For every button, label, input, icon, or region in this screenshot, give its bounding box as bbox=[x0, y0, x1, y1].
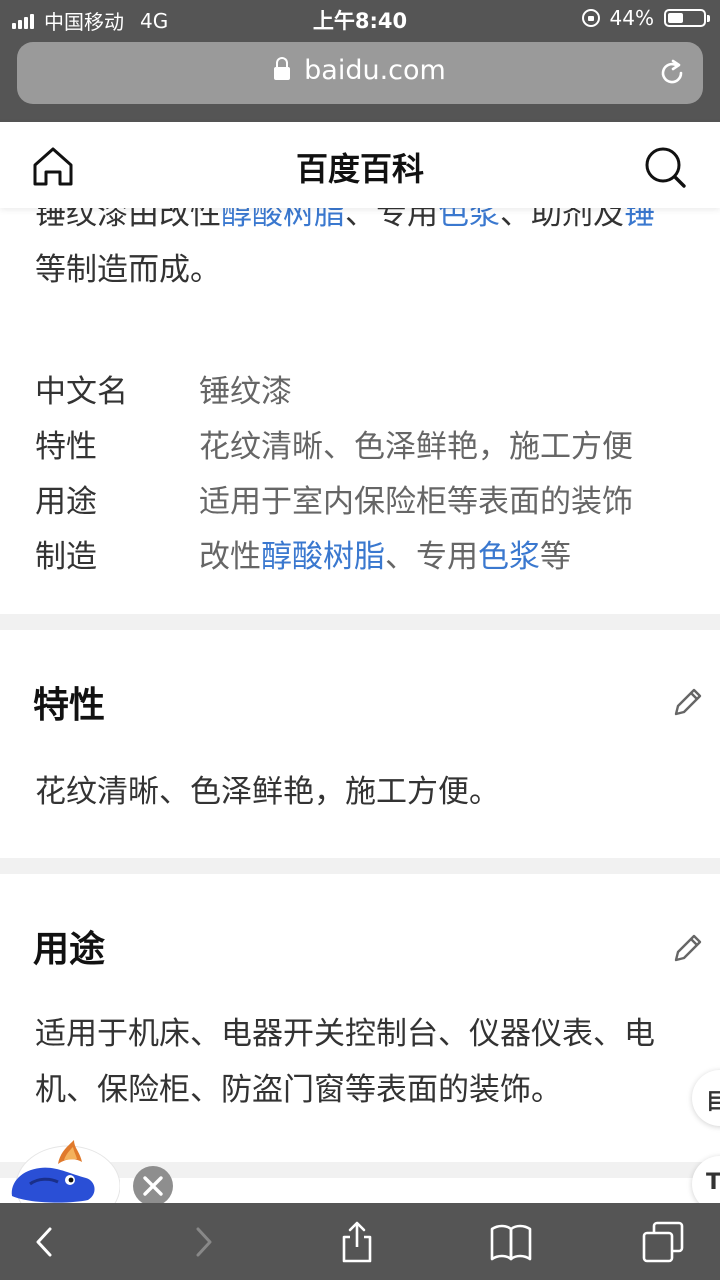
info-table: 中文名 锤纹漆特性 花纹清晰、色泽鲜艳，施工方便用途 适用于室内保险柜等表面的装饰制造… bbox=[35, 365, 633, 585]
info-value: 花纹清晰、色泽鲜艳，施工方便 bbox=[199, 420, 633, 475]
intro-paragraph: 锤纹漆由改性醇酸树脂、专用色浆、助剂及锤 等制造而成。 bbox=[35, 208, 720, 298]
info-value: 锤纹漆 bbox=[199, 365, 292, 420]
catalog-float-button[interactable]: 目 bbox=[692, 1070, 720, 1126]
tabs-icon[interactable] bbox=[640, 1219, 686, 1265]
bookmarks-icon[interactable] bbox=[488, 1219, 534, 1265]
section-text-usage: 适用于机床、电器开关控制台、仪器仪表、电 机、保险柜、防盗门窗等表面的装饰。 bbox=[35, 1006, 655, 1118]
status-right: 44% bbox=[581, 6, 710, 30]
section-title-features: 特性 bbox=[33, 685, 106, 726]
info-key: 用途 bbox=[35, 484, 97, 520]
battery-icon bbox=[664, 9, 710, 27]
inline-text: 等 bbox=[540, 539, 571, 575]
inline-text: 改性 bbox=[199, 539, 261, 575]
float-button-label: T bbox=[706, 1170, 720, 1195]
inline-link[interactable]: 醇酸树脂 bbox=[261, 539, 385, 575]
info-row: 制造 改性醇酸树脂、专用色浆等 bbox=[35, 530, 633, 585]
battery-percent: 44% bbox=[609, 6, 654, 30]
search-icon[interactable] bbox=[642, 144, 688, 190]
section-line: 适用于机床、电器开关控制台、仪器仪表、电 bbox=[35, 1016, 655, 1052]
info-row: 中文名 锤纹漆 bbox=[35, 365, 633, 420]
inline-text: 锤纹漆 bbox=[199, 374, 292, 410]
edit-pencil-icon[interactable] bbox=[670, 930, 706, 966]
section-line: 机、保险柜、防盗门窗等表面的装饰。 bbox=[35, 1072, 562, 1108]
reload-icon[interactable] bbox=[657, 58, 687, 88]
share-icon[interactable] bbox=[334, 1219, 380, 1265]
section-divider bbox=[0, 858, 720, 874]
intro-line-1: 锤纹漆由改性醇酸树脂、专用色浆、助剂及锤 bbox=[35, 208, 720, 242]
section-text-features: 花纹清晰、色泽鲜艳，施工方便。 bbox=[35, 764, 500, 820]
section-divider bbox=[0, 614, 720, 630]
section-title-usage: 用途 bbox=[33, 929, 106, 970]
status-bar: 中国移动 4G 上午8:40 44% bbox=[0, 0, 720, 36]
info-key: 特性 bbox=[35, 429, 97, 465]
info-value: 适用于室内保险柜等表面的装饰 bbox=[199, 475, 633, 530]
inline-text: 、专用 bbox=[385, 539, 478, 575]
inline-link[interactable]: 锤 bbox=[624, 208, 655, 232]
secure-lock-icon bbox=[274, 57, 291, 80]
address-text-wrap: baidu.com bbox=[17, 55, 703, 86]
browser-top-chrome: 中国移动 4G 上午8:40 44% baidu.com bbox=[0, 0, 720, 122]
inline-text: 适用于室内保险柜等表面的装饰 bbox=[199, 484, 633, 520]
address-bar[interactable]: baidu.com bbox=[17, 42, 703, 104]
close-icon bbox=[143, 1176, 163, 1196]
edit-pencil-icon[interactable] bbox=[670, 684, 706, 720]
inline-text: 花纹清晰、色泽鲜艳，施工方便 bbox=[199, 429, 633, 465]
rotation-lock-icon bbox=[581, 9, 600, 27]
info-row: 特性 花纹清晰、色泽鲜艳，施工方便 bbox=[35, 420, 633, 475]
forward-arrow-icon[interactable] bbox=[180, 1219, 226, 1265]
mascot-image[interactable] bbox=[0, 1134, 120, 1204]
inline-link[interactable]: 醇酸树脂 bbox=[221, 208, 345, 232]
browser-toolbar bbox=[0, 1203, 720, 1280]
float-button-label: 目 bbox=[706, 1090, 720, 1115]
site-title: 百度百科 bbox=[295, 150, 424, 188]
inline-text: 、专用 bbox=[345, 208, 438, 232]
address-url: baidu.com bbox=[304, 55, 446, 86]
battery-level-fill bbox=[668, 13, 683, 23]
inline-link[interactable]: 色浆 bbox=[478, 539, 540, 575]
article-content: 锤纹漆由改性醇酸树脂、专用色浆、助剂及锤 等制造而成。 中文名 锤纹漆 特性 花纹清晰… bbox=[0, 208, 720, 1203]
inline-text: 锤纹漆由改性 bbox=[35, 208, 221, 232]
info-value: 改性醇酸树脂、专用色浆等 bbox=[199, 530, 571, 585]
site-header: 百度百科 bbox=[0, 122, 720, 208]
close-ad-button[interactable] bbox=[133, 1166, 173, 1206]
info-key: 制造 bbox=[35, 539, 97, 575]
intro-line-2: 等制造而成。 bbox=[35, 252, 221, 288]
inline-link[interactable]: 色浆 bbox=[438, 208, 500, 232]
section-line: 花纹清晰、色泽鲜艳，施工方便。 bbox=[35, 774, 500, 810]
info-row: 用途 适用于室内保险柜等表面的装饰 bbox=[35, 475, 633, 530]
info-key: 中文名 bbox=[35, 374, 128, 410]
back-arrow-icon[interactable] bbox=[22, 1219, 68, 1265]
inline-text: 、助剂及 bbox=[500, 208, 624, 232]
